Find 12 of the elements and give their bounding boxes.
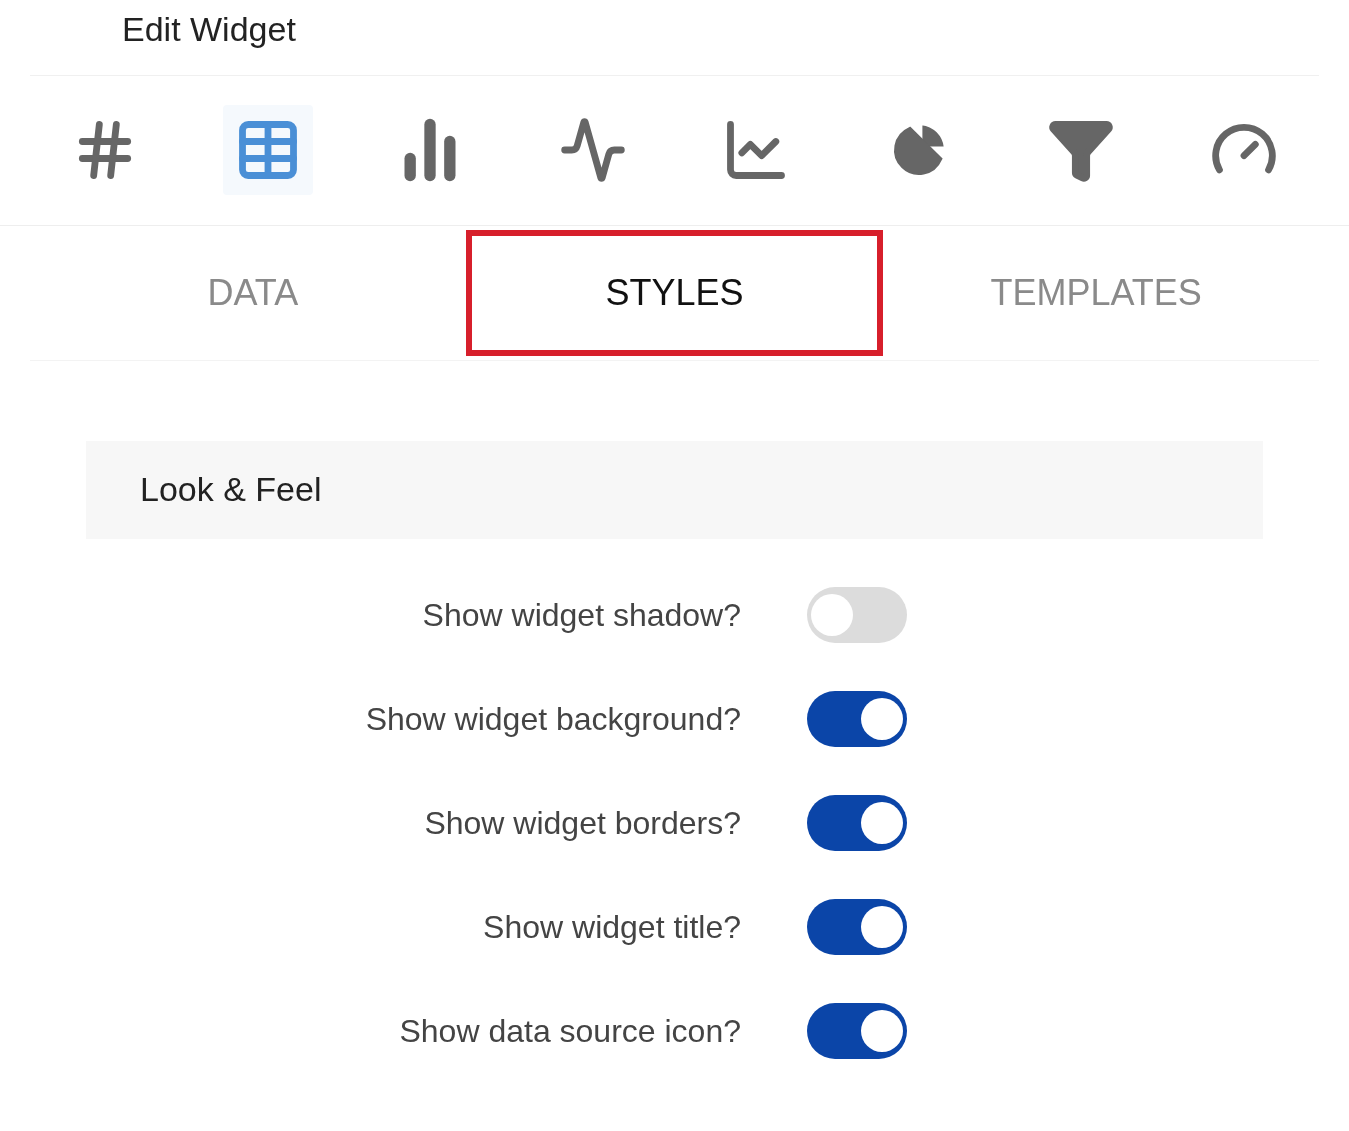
option-label: Show widget borders? (423, 803, 741, 843)
tab[interactable]: STYLES (465, 229, 884, 356)
dialog-title: Edit Widget (122, 9, 297, 50)
option-label: Show widget background? (364, 699, 741, 739)
chart-type-button[interactable] (222, 105, 313, 195)
option-label: Show widget title? (482, 907, 741, 947)
option-label: Show widget shadow? (421, 595, 741, 635)
tab[interactable]: DATA (50, 229, 456, 356)
tab[interactable]: TEMPLATES (893, 229, 1299, 356)
line-chart-icon (559, 116, 628, 184)
section-title: Look & Feel (140, 469, 322, 510)
option-label: Show data source icon? (398, 1011, 741, 1051)
